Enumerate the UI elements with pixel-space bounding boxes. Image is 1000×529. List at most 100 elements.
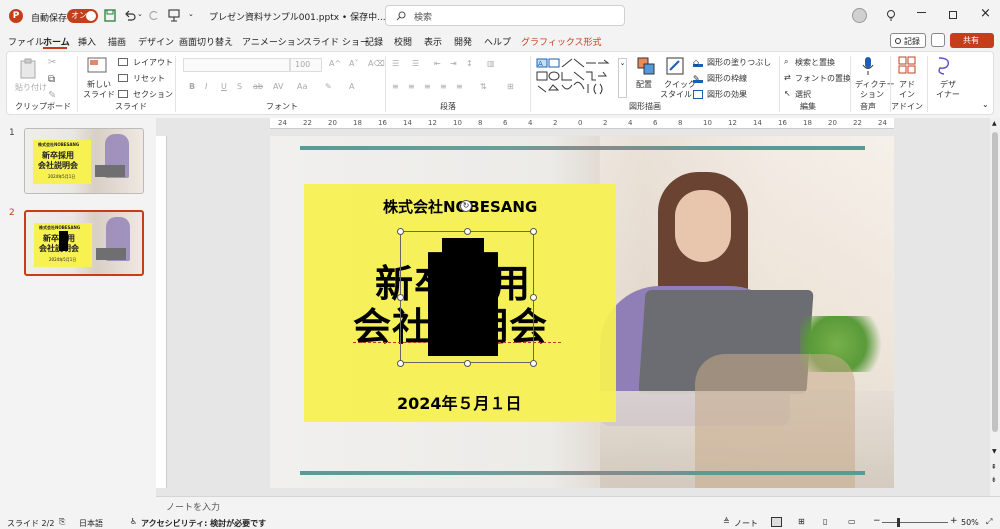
shapes-gallery[interactable]: A (536, 58, 616, 98)
notes-toggle-icon[interactable]: ≜ (723, 517, 730, 526)
new-slide-icon[interactable] (87, 57, 107, 75)
addins-icon[interactable] (898, 56, 916, 74)
shape-outline-label[interactable]: 図形の枠線 (707, 73, 747, 84)
ribbon-collapse-icon[interactable]: ⌄ (982, 100, 989, 109)
clear-format-icon[interactable]: A⌫ (368, 59, 385, 68)
zoom-in-icon[interactable]: + (950, 516, 958, 526)
reset-icon[interactable] (118, 74, 128, 82)
scroll-up-icon[interactable]: ▲ (992, 120, 997, 127)
decrease-indent-icon[interactable]: ⇤ (434, 59, 441, 68)
zoom-slider-thumb[interactable] (897, 518, 900, 527)
tab-review[interactable]: 校閲 (394, 35, 412, 48)
resize-handle-e[interactable] (530, 294, 537, 301)
slideshow-icon[interactable]: ▭ (848, 517, 856, 526)
tab-developer[interactable]: 開発 (454, 35, 472, 48)
font-color-icon[interactable]: A (349, 82, 354, 91)
quick-styles-icon[interactable] (666, 57, 684, 75)
search-box[interactable]: 検索 (385, 5, 625, 26)
notes-toggle[interactable]: ノート (734, 518, 758, 529)
resize-handle-ne[interactable] (530, 228, 537, 235)
outline-icon[interactable]: ✎ (693, 74, 703, 83)
zoom-out-icon[interactable]: − (873, 516, 881, 526)
slide-thumbnail-2[interactable]: 株式会社NOBESANG 新卒採用 会社説明会 2024年5月1日 (24, 210, 144, 276)
qat-customize-icon[interactable]: ⌄ (188, 10, 194, 18)
share-button[interactable]: 共有 (950, 33, 994, 48)
resize-handle-sw[interactable] (397, 360, 404, 367)
slide-sorter-icon[interactable]: ⊞ (798, 517, 805, 526)
arrange-label[interactable]: 配置 (636, 79, 652, 90)
fit-slide-icon[interactable]: ⤢ (986, 517, 992, 527)
align-center-icon[interactable]: ≡ (408, 82, 415, 91)
copy-icon[interactable]: ⧉ (48, 74, 55, 85)
font-name-select[interactable] (183, 58, 290, 72)
char-spacing-icon[interactable]: AV (273, 82, 283, 91)
section-label[interactable]: セクション (133, 89, 173, 100)
tab-slideshow[interactable]: スライド ショー (303, 35, 369, 48)
undo-dropdown-icon[interactable]: ⌄ (137, 10, 143, 18)
tab-insert[interactable]: 挿入 (78, 35, 96, 48)
underline-icon[interactable]: U (221, 82, 227, 91)
tab-design[interactable]: デザイン (138, 35, 174, 48)
tab-view[interactable]: 表示 (424, 35, 442, 48)
slide-thumbnail-1[interactable]: 株式会社NOBESANG 新卒採用 会社説明会 2024年5月1日 (24, 128, 144, 194)
font-grow-icon[interactable]: A^ (329, 59, 341, 68)
reading-view-icon[interactable]: ▯ (823, 517, 827, 526)
layout-label[interactable]: レイアウト (133, 57, 173, 68)
distributed-icon[interactable]: ≡ (456, 82, 463, 91)
next-slide-icon[interactable]: ⇟ (991, 476, 997, 484)
minimize-icon[interactable] (917, 12, 926, 13)
text-direction-icon[interactable]: ⇅ (480, 82, 487, 91)
tab-transitions[interactable]: 画面切り替え (179, 35, 233, 48)
change-case-icon[interactable]: Aa (297, 82, 307, 91)
arrange-icon[interactable] (637, 57, 655, 75)
tab-record[interactable]: 記録 (365, 35, 383, 48)
find-replace-label[interactable]: 検索と置換 (795, 57, 835, 68)
new-slide-label-2[interactable]: スライド (83, 89, 115, 100)
spellcheck-icon[interactable]: ⎘ (59, 517, 65, 527)
redo-icon[interactable] (148, 10, 159, 21)
resize-handle-s[interactable] (464, 360, 471, 367)
tab-help[interactable]: ヘルプ (484, 35, 511, 48)
align-right-icon[interactable]: ≡ (424, 82, 431, 91)
effects-icon[interactable] (693, 90, 703, 99)
bold-icon[interactable]: B (189, 82, 195, 91)
scroll-thumb[interactable] (992, 132, 998, 432)
shapes-scroll-icon[interactable]: ⌄ (618, 58, 627, 98)
quick-styles-label-2[interactable]: スタイル (660, 89, 692, 100)
section-icon[interactable] (118, 90, 128, 98)
close-icon[interactable]: × (980, 6, 991, 21)
language[interactable]: 日本語 (79, 518, 103, 529)
tab-graphics-format[interactable]: グラフィックス形式 (521, 35, 602, 48)
restore-icon[interactable] (949, 11, 957, 19)
addins-label-2[interactable]: イン (899, 89, 915, 100)
prev-slide-icon[interactable]: ⇞ (991, 463, 997, 471)
slide-canvas[interactable]: 株式会社NOBESANG 新卒採用 会社説明会 2024年５月１日 ↻ (270, 136, 894, 488)
slide-date[interactable]: 2024年５月１日 (397, 390, 522, 414)
zoom-level[interactable]: 50% (961, 518, 979, 527)
cut-icon[interactable]: ✂ (48, 57, 56, 68)
highlight-icon[interactable]: ✎ (325, 82, 332, 91)
scroll-down-icon[interactable]: ▼ (992, 448, 997, 455)
dictate-label-2[interactable]: ション (860, 89, 884, 100)
title-dropdown-icon[interactable]: ⌄ (362, 9, 369, 18)
columns-icon[interactable]: ▥ (487, 59, 495, 68)
comments-icon[interactable] (931, 33, 945, 47)
undo-icon[interactable] (124, 10, 136, 21)
vertical-scrollbar[interactable]: ▲ ▼ ⇞ ⇟ (990, 118, 1000, 496)
record-button[interactable]: 記録 (890, 33, 926, 48)
presenter-icon[interactable] (168, 9, 180, 22)
tab-draw[interactable]: 描画 (108, 35, 126, 48)
resize-handle-n[interactable] (464, 228, 471, 235)
account-avatar[interactable] (852, 8, 867, 23)
designer-label-2[interactable]: イナー (936, 89, 960, 100)
resize-handle-w[interactable] (397, 294, 404, 301)
lightbulb-icon[interactable] (886, 9, 896, 22)
reset-label[interactable]: リセット (133, 73, 165, 84)
paste-icon[interactable] (19, 58, 39, 80)
align-left-icon[interactable]: ≡ (392, 82, 399, 91)
tab-animations[interactable]: アニメーション (242, 35, 305, 48)
smartart-icon[interactable]: ⊞ (507, 82, 514, 91)
format-painter-icon[interactable]: ✎ (48, 90, 56, 101)
save-icon[interactable] (104, 9, 116, 22)
resize-handle-nw[interactable] (397, 228, 404, 235)
